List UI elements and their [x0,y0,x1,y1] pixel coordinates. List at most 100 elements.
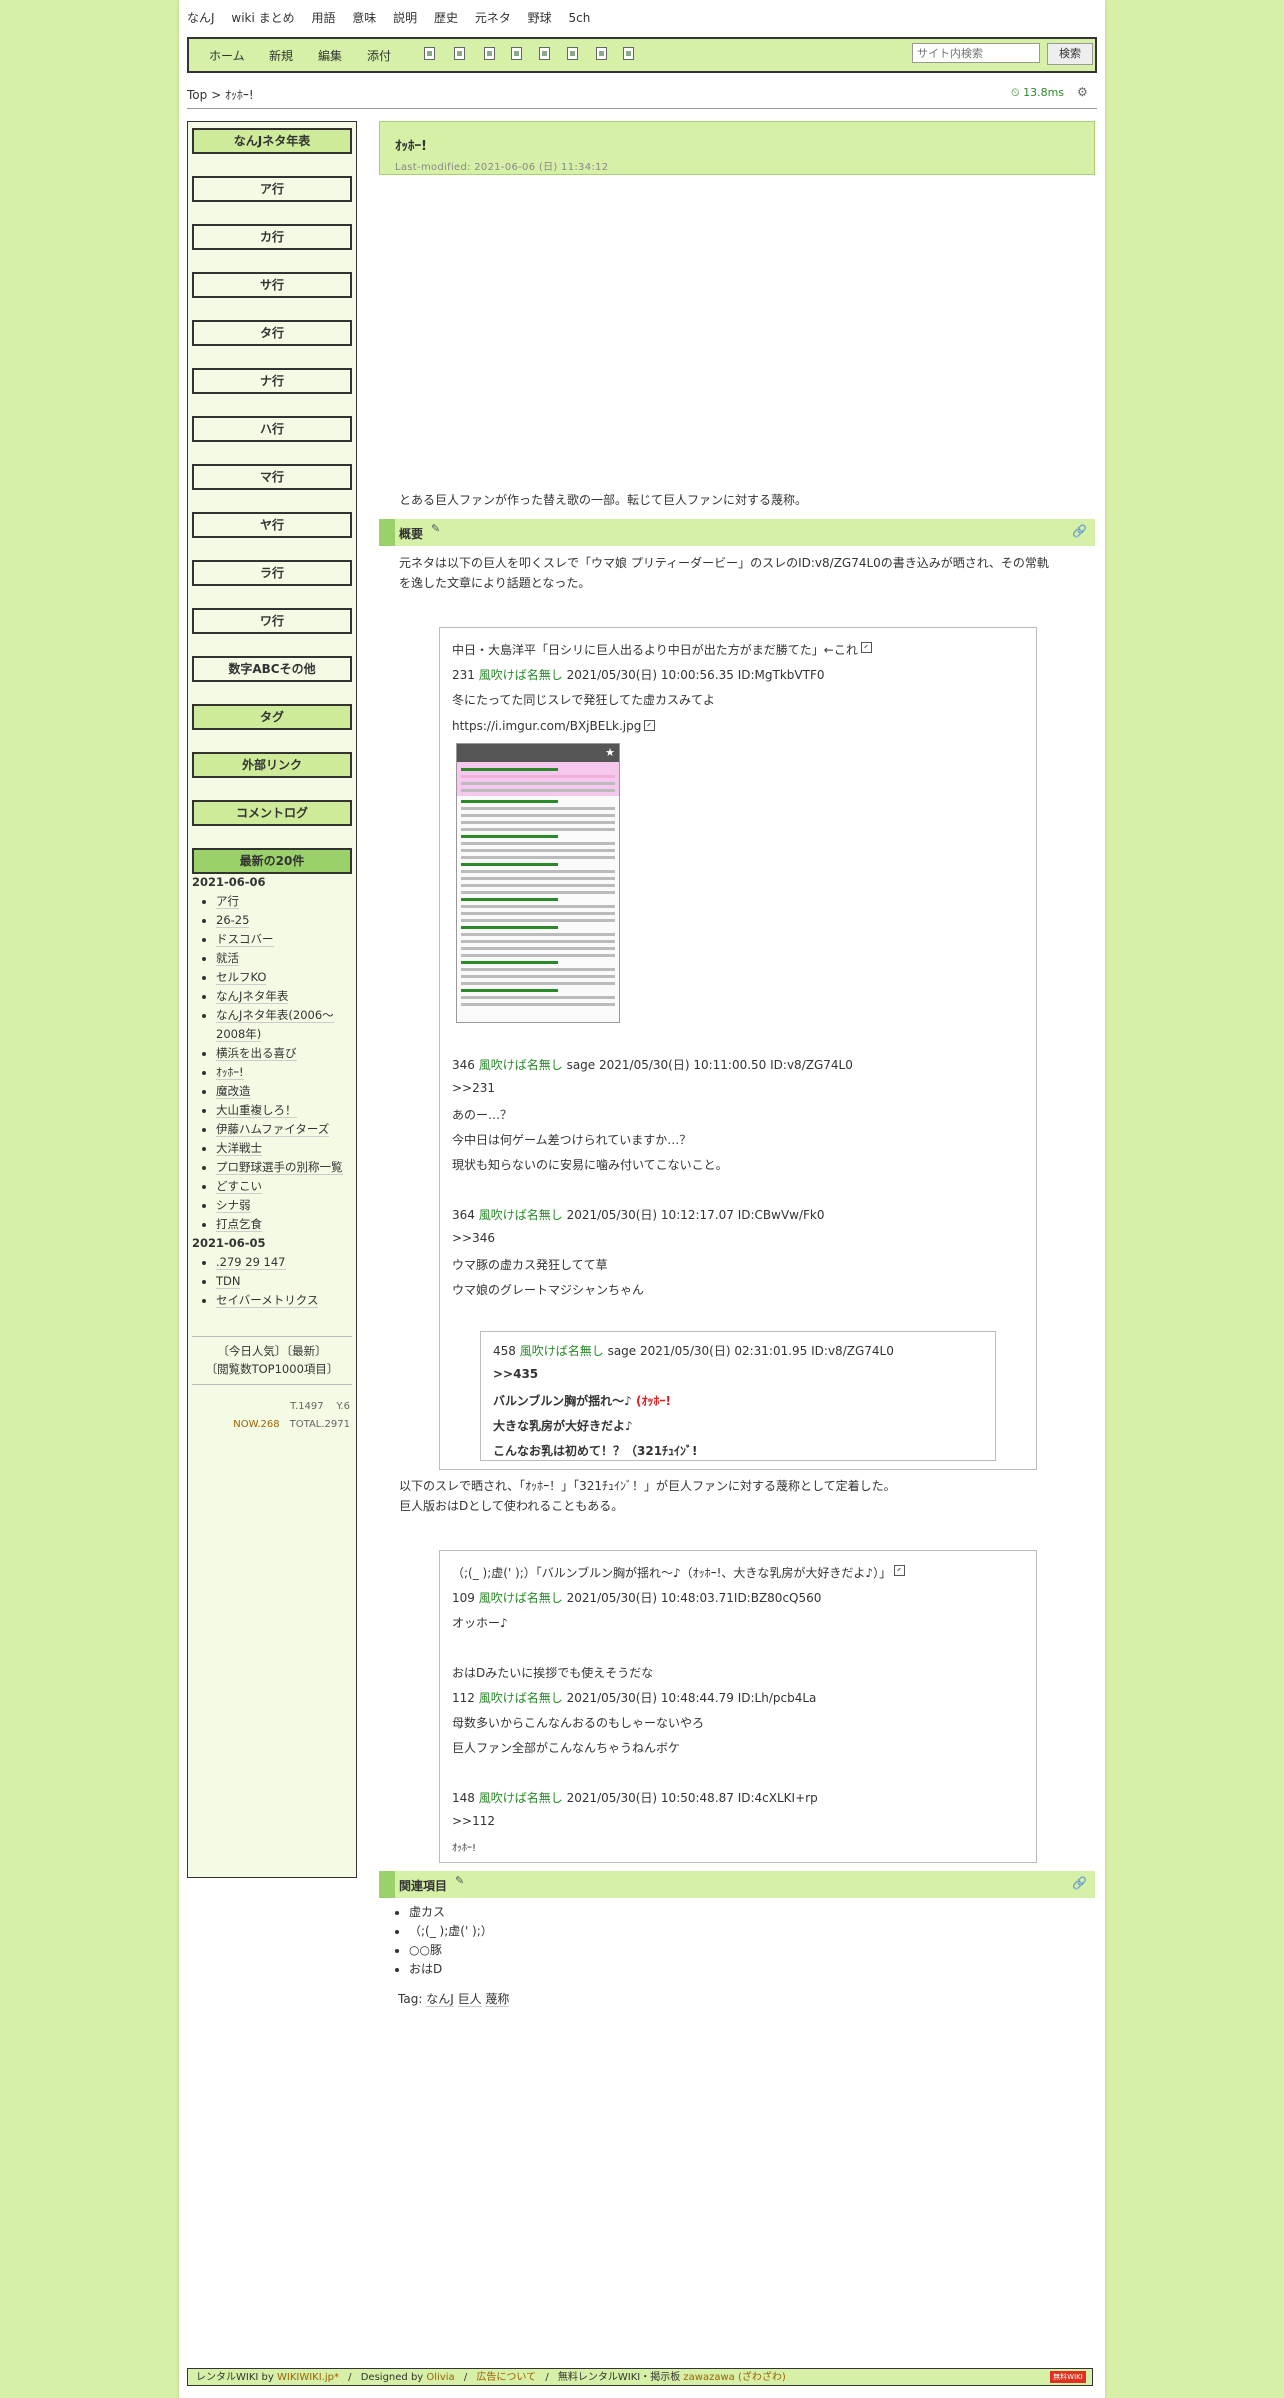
tag-link[interactable]: 巨人 [457,1992,482,2007]
thread-title-1[interactable]: 中日・大島洋平「日シリに巨人出るより中日が出た方がまだ勝てた」←これ [452,641,872,658]
sidebar-item-ta[interactable]: タ行 [192,320,352,346]
external-link-icon[interactable] [644,720,656,731]
sidebar-item-numbers[interactable]: 数字ABCその他 [192,656,352,682]
list-item[interactable]: 26-25 [216,911,356,930]
list-item[interactable]: 伊藤ハムファイターズ [216,1120,356,1139]
list-item[interactable]: 虚カス [409,1903,493,1922]
gear-icon[interactable]: ⚙ [1077,85,1088,99]
topnav-link-setsumei[interactable]: 説明 [393,8,417,28]
list-item[interactable]: シナ弱 [216,1196,356,1215]
poster-name[interactable]: 風吹けば名無し [520,1344,604,1358]
sidebar-item-na[interactable]: ナ行 [192,368,352,394]
topnav-link-5ch[interactable]: 5ch [569,8,591,28]
topnav-link-imi[interactable]: 意味 [352,8,376,28]
list-item[interactable]: プロ野球選手の別称一覧 [216,1158,356,1177]
section-title: 関連項目 [399,1879,448,1893]
post-header: 231 風吹けば名無し 2021/05/30(日) 10:00:56.35 ID… [452,668,825,682]
link-icon[interactable]: 🔗 [1072,524,1087,538]
pencil-icon[interactable]: ✎ [431,522,440,535]
home-button[interactable]: ホーム [209,47,245,64]
embedded-screenshot-image[interactable]: ★ [456,743,620,1023]
list-item[interactable]: 魔改造 [216,1082,356,1101]
related-list: 虚カス （;(_ );虚(' );） ○○豚 おはD [409,1903,493,1979]
list-item[interactable]: 大山重複しろ！ [216,1101,356,1120]
poster-name[interactable]: 風吹けば名無し [479,1058,563,1072]
page-icon[interactable] [424,47,435,60]
list-item[interactable]: おはD [409,1960,493,1979]
delete-icon[interactable] [484,47,495,60]
footer-brand-link[interactable]: WIKIWIKI.jp* [277,2372,339,2383]
sidebar-item-wa[interactable]: ワ行 [192,608,352,634]
sidebar-item-ra[interactable]: ラ行 [192,560,352,586]
lock-icon[interactable] [539,47,550,60]
copy-icon[interactable] [454,47,465,60]
topnav-link-wiki-matome[interactable]: wiki まとめ [231,8,294,28]
list-item[interactable]: 横浜を出る喜び [216,1044,356,1063]
post-body[interactable]: >>112 [452,1814,495,1828]
poster-name[interactable]: 風吹けば名無し [479,1208,563,1222]
tag-link[interactable]: 蔑称 [485,1992,510,2007]
list-item[interactable]: セルフKO [216,968,356,987]
poster-name[interactable]: 風吹けば名無し [479,1591,563,1605]
sidebar-item-nenpyo[interactable]: なんJネタ年表 [192,128,352,154]
free-wiki-badge[interactable]: 無料WIKI [1050,2371,1086,2383]
list-item[interactable]: 就活 [216,949,356,968]
edit-button[interactable]: 編集 [318,47,342,64]
pencil-icon[interactable]: ✎ [455,1874,464,1887]
sidebar-item-external-links[interactable]: 外部リンク [192,752,352,778]
save-icon[interactable] [511,47,522,60]
list-item[interactable]: ｵｯﾎｰ! [216,1063,356,1082]
sidebar-item-tags[interactable]: タグ [192,704,352,730]
duplicate-icon[interactable] [567,47,578,60]
post-body[interactable]: >>435 [493,1367,538,1381]
link-icon[interactable]: 🔗 [1072,1876,1087,1890]
poster-name[interactable]: 風吹けば名無し [479,1791,563,1805]
breadcrumb[interactable]: Top > ｵｯﾎｰ! [187,86,254,103]
topnav-link-yakyu[interactable]: 野球 [528,8,552,28]
thread-title-2[interactable]: （;(_ );虚(' );）「バルンブルン胸が揺れ～♪（ｵｯﾎｰ!、大きな乳房が… [452,1564,906,1581]
list-icon[interactable] [596,47,607,60]
list-item[interactable]: どすこい [216,1177,356,1196]
popular-today-latest-link[interactable]: 〔今日人気〕〔最新〕 [188,1342,356,1360]
external-link-icon[interactable] [894,1565,906,1576]
list-item[interactable]: （;(_ );虚(' );） [409,1922,493,1941]
backup-icon[interactable] [623,47,634,60]
sidebar-item-ma[interactable]: マ行 [192,464,352,490]
list-item[interactable]: 大洋戦士 [216,1139,356,1158]
external-link-icon[interactable] [860,642,872,653]
list-item[interactable]: セイバーメトリクス [216,1291,356,1310]
list-item[interactable]: ○○豚 [409,1941,493,1960]
footer-ads-link[interactable]: 広告について [476,2372,536,2383]
poster-name[interactable]: 風吹けば名無し [479,1691,563,1705]
topnav-link-nanj[interactable]: なんJ [187,8,215,28]
new-page-button[interactable]: 新規 [269,47,293,64]
footer-zawazawa-link[interactable]: zawazawa (ざわざわ) [683,2372,785,2383]
post-body[interactable]: >>346 [452,1231,495,1245]
sidebar-item-sa[interactable]: サ行 [192,272,352,298]
sidebar-item-ka[interactable]: カ行 [192,224,352,250]
list-item[interactable]: .279 29 147 [216,1253,356,1272]
footer-designer-link[interactable]: Olivia [426,2372,454,2383]
topnav-link-yougo[interactable]: 用語 [311,8,335,28]
sidebar-item-a[interactable]: ア行 [192,176,352,202]
post-body[interactable]: >>231 [452,1081,495,1095]
search-input[interactable] [912,43,1040,63]
topnav-link-motoneta[interactable]: 元ネタ [475,8,511,28]
sidebar-item-ya[interactable]: ヤ行 [192,512,352,538]
list-item[interactable]: なんJネタ年表(2006～2008年) [216,1006,356,1044]
poster-name[interactable]: 風吹けば名無し [479,668,563,682]
list-item[interactable]: ドスコバー [216,930,356,949]
sidebar-item-ha[interactable]: ハ行 [192,416,352,442]
list-item[interactable]: 打点乞食 [216,1215,356,1234]
list-item[interactable]: ア行 [216,892,356,911]
list-item[interactable]: なんJネタ年表 [216,987,356,1006]
image-link[interactable]: https://i.imgur.com/BXjBELk.jpg [452,719,656,733]
tag-link[interactable]: なんJ [426,1992,454,2007]
list-item[interactable]: TDN [216,1272,356,1291]
top1000-link[interactable]: 〔閲覧数TOP1000項目〕 [188,1360,356,1378]
post-body: 大きな乳房が大好きだよ♪ [493,1419,633,1433]
sidebar-item-comment-log[interactable]: コメントログ [192,800,352,826]
attach-button[interactable]: 添付 [367,47,391,64]
search-button[interactable]: 検索 [1047,43,1093,65]
topnav-link-rekishi[interactable]: 歴史 [434,8,458,28]
